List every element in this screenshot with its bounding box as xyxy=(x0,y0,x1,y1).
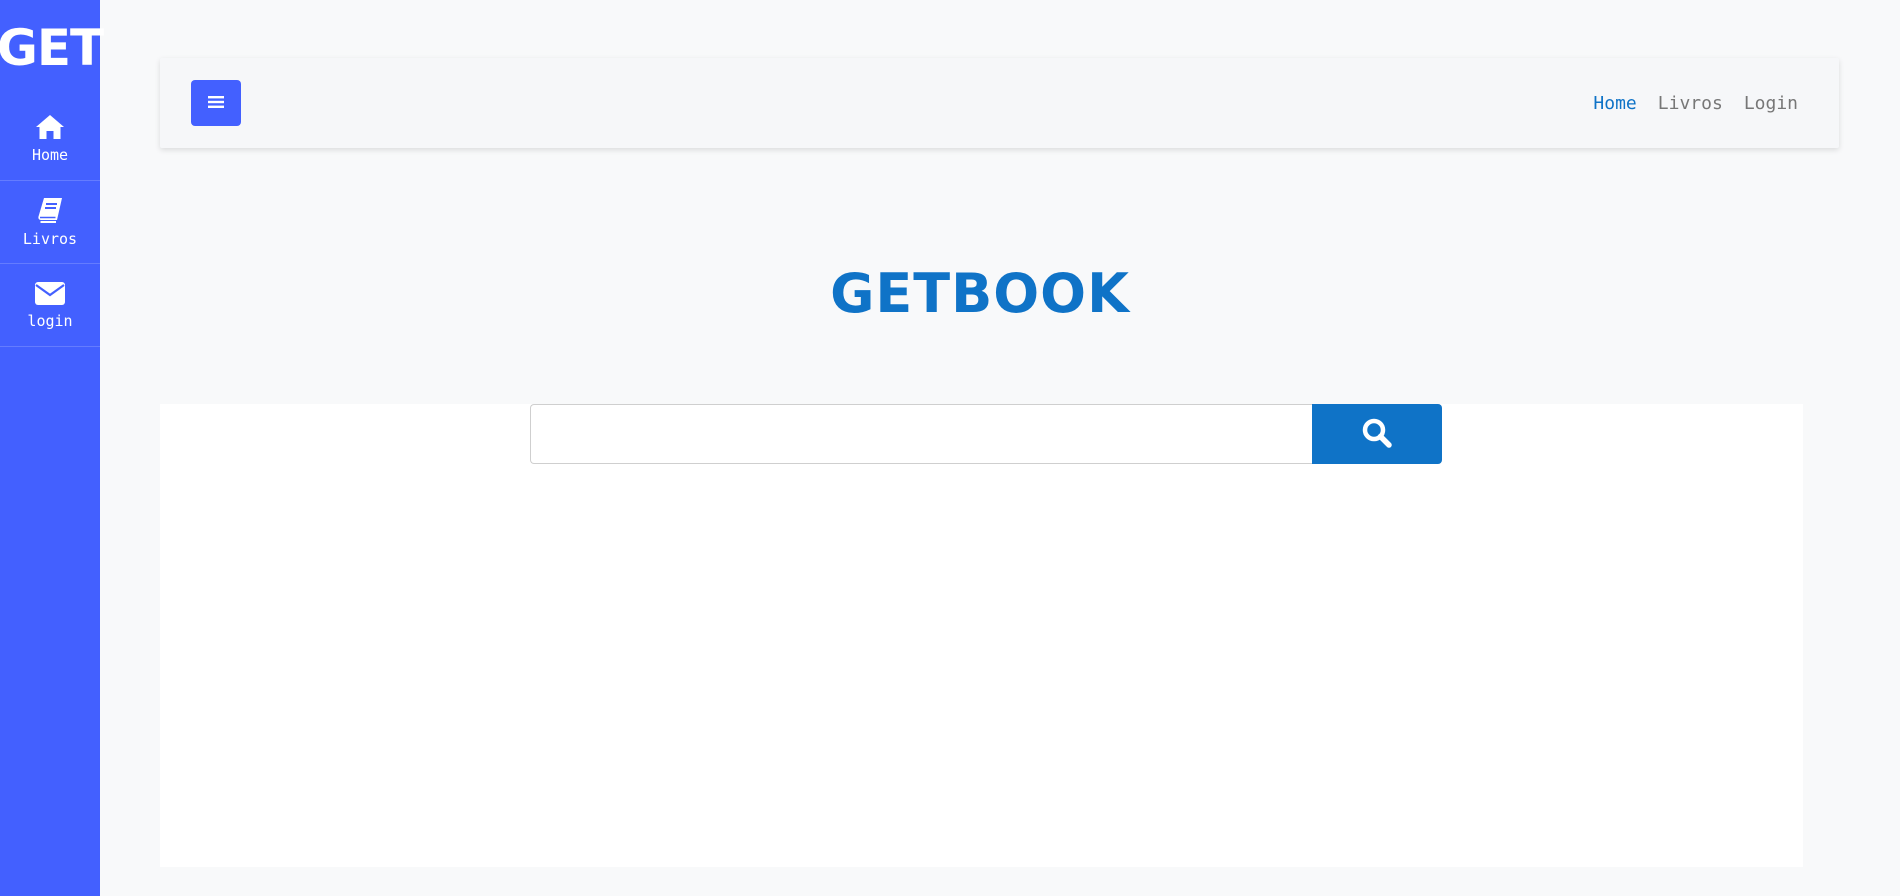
sidebar-item-home[interactable]: Home xyxy=(0,98,100,181)
nav-link-login[interactable]: Login xyxy=(1744,93,1798,114)
content-panel xyxy=(160,404,1803,867)
sidebar-item-login[interactable]: login xyxy=(0,264,100,347)
sidebar-item-label: login xyxy=(27,311,73,330)
top-navbar: Home Livros Login xyxy=(160,58,1839,148)
search-icon xyxy=(1361,417,1393,452)
nav-link-home[interactable]: Home xyxy=(1593,93,1636,114)
search-bar xyxy=(530,404,1442,464)
search-input[interactable] xyxy=(530,404,1312,464)
nav-link-livros[interactable]: Livros xyxy=(1658,93,1723,114)
search-button[interactable] xyxy=(1312,404,1442,464)
book-icon xyxy=(36,196,64,224)
page-title: GETBOOK xyxy=(830,262,1130,325)
sidebar: GET Home Livros login xyxy=(0,0,104,896)
nav-links: Home Livros Login xyxy=(1593,58,1798,148)
home-icon xyxy=(35,114,65,140)
brand-logo[interactable]: GET xyxy=(0,0,104,98)
sidebar-item-livros[interactable]: Livros xyxy=(0,181,100,264)
sidebar-item-label: Home xyxy=(31,146,69,164)
sidebar-toggle-button[interactable] xyxy=(191,80,241,126)
envelope-icon xyxy=(34,281,66,306)
hamburger-menu-icon xyxy=(208,94,224,113)
sidebar-item-label: Livros xyxy=(22,230,78,248)
